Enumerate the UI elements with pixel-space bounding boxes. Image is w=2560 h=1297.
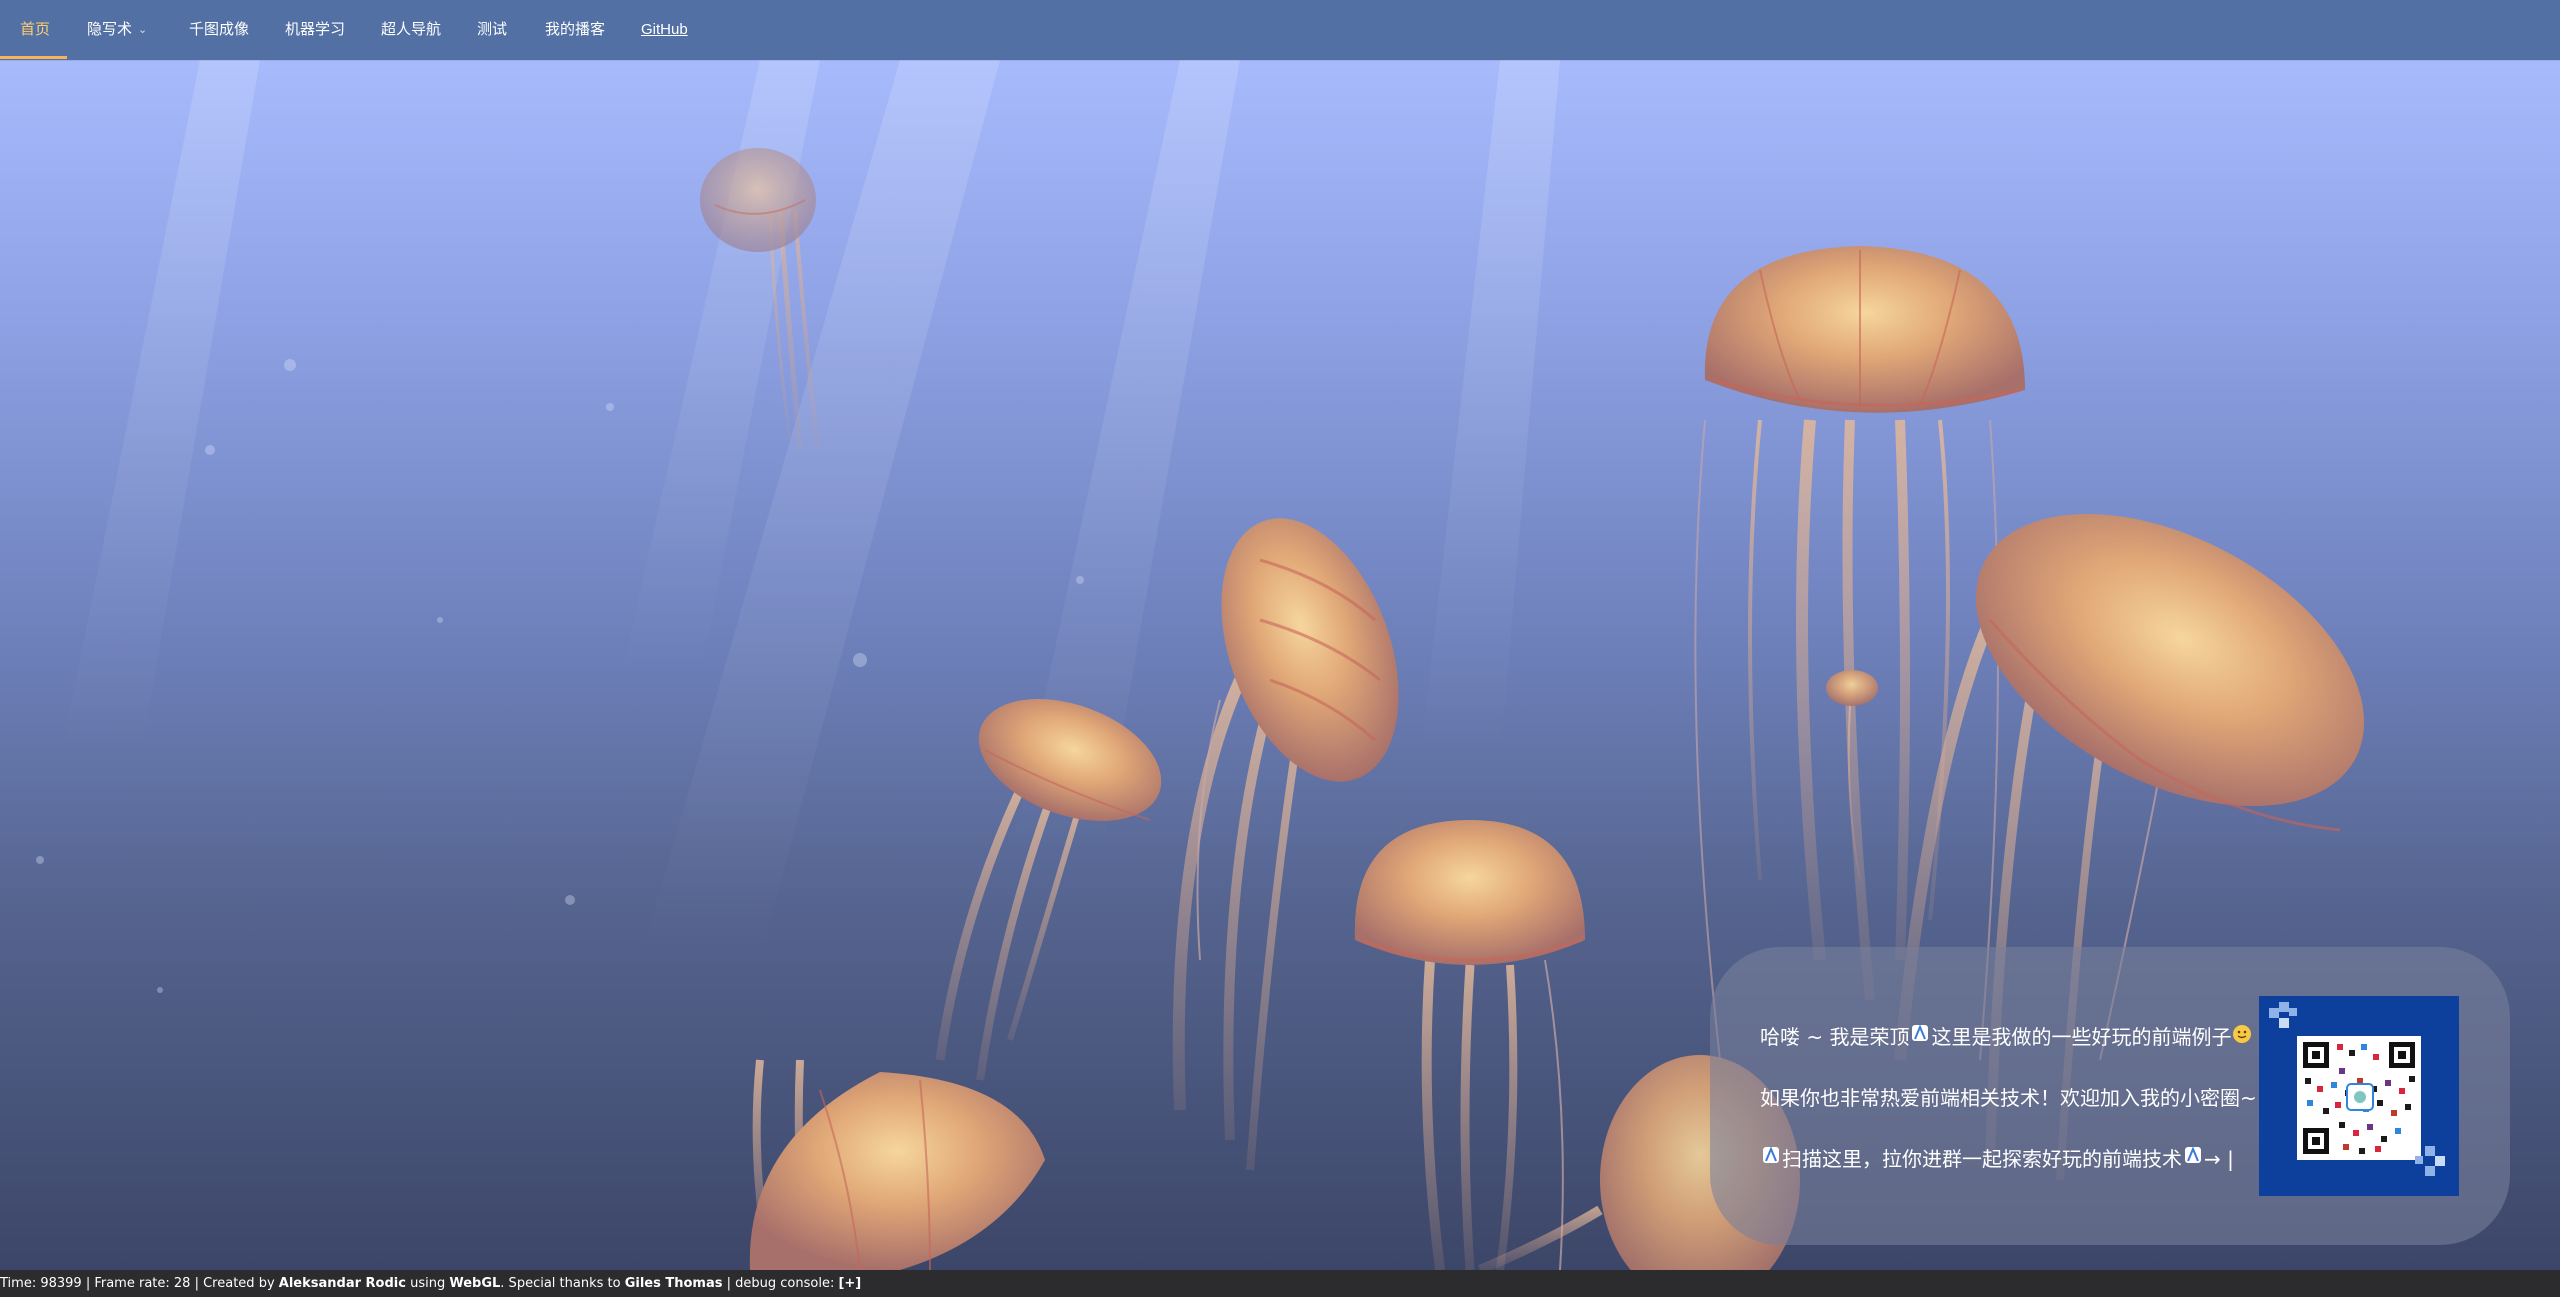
active-tab-indicator	[0, 56, 67, 59]
debug-console-label: debug console:	[735, 1276, 839, 1291]
promo-greeting-text: 哈喽 ~ 我是荣顶	[1760, 1025, 1910, 1049]
thanks-text: . Special thanks to	[500, 1276, 625, 1291]
nav-item-my-podcast[interactable]: 我的播客	[545, 0, 605, 60]
unicorn-icon	[1760, 1144, 1782, 1171]
using-text: using	[405, 1276, 450, 1291]
nav-item-photo-mosaic[interactable]: 千图成像	[189, 0, 249, 60]
jellyfish-bottom-left	[749, 1059, 1045, 1270]
nav-item-github[interactable]: GitHub	[641, 0, 688, 60]
footer-separator: |	[190, 1276, 204, 1291]
nav-item-superman-nav[interactable]: 超人导航	[381, 0, 441, 60]
top-nav: 首页 隐写术 ⌄ 千图成像 机器学习 超人导航 测试 我的播客 GitHub	[0, 0, 2560, 60]
webgl-link[interactable]: WebGL	[449, 1276, 500, 1291]
promo-arrow-text: → |	[2204, 1147, 2234, 1171]
nav-item-machine-learning[interactable]: 机器学习	[285, 0, 345, 60]
nav-item-home[interactable]: 首页	[20, 0, 50, 60]
jellyfish-center	[1172, 518, 1399, 1171]
nav-item-steganography-label: 隐写术	[87, 21, 133, 38]
promo-scan-text: 扫描这里，拉你进群一起探索好玩的前端技术	[1782, 1147, 2182, 1171]
jellyfish-left-middle	[935, 698, 1162, 1081]
created-by-text: Created by	[203, 1276, 279, 1291]
unicorn-icon	[1909, 1022, 1931, 1049]
promo-greeting: 哈喽 ~ 我是荣顶 这里是我做的一些好玩的前端例子	[1760, 1021, 2253, 1050]
promo-invite: 如果你也非常热爱前端相关技术！欢迎加入我的小密圈~	[1760, 1086, 2257, 1110]
plankton-particles	[36, 359, 1084, 993]
footer-separator: |	[81, 1276, 95, 1291]
promo-card: 哈喽 ~ 我是荣顶 这里是我做的一些好玩的前端例子 如果你也非常热爱前端相关技术！…	[1710, 947, 2510, 1245]
jellyfish-lower-center	[1354, 820, 1585, 1270]
nav-item-steganography[interactable]: 隐写术 ⌄	[87, 0, 147, 60]
time-readout: Time: 98399	[0, 1276, 82, 1291]
status-footer: Time: 98399 | Frame rate: 28 | Created b…	[0, 1270, 2560, 1297]
unicorn-icon	[2182, 1144, 2204, 1171]
author-link[interactable]: Aleksandar Rodic	[279, 1276, 406, 1291]
qr-code-icon[interactable]	[2259, 996, 2459, 1196]
nav-item-test[interactable]: 测试	[477, 0, 507, 60]
footer-separator: |	[722, 1276, 736, 1291]
debug-console-toggle[interactable]: [+]	[838, 1276, 861, 1291]
chevron-down-icon: ⌄	[138, 24, 148, 36]
promo-greeting-text-2: 这里是我做的一些好玩的前端例子	[1931, 1025, 2232, 1049]
framerate-readout: Frame rate: 28	[94, 1276, 191, 1291]
smile-icon	[2231, 1022, 2253, 1049]
promo-scan-cta: 扫描这里，拉你进群一起探索好玩的前端技术 → |	[1760, 1143, 2234, 1172]
thanks-name-link[interactable]: Giles Thomas	[625, 1276, 723, 1291]
